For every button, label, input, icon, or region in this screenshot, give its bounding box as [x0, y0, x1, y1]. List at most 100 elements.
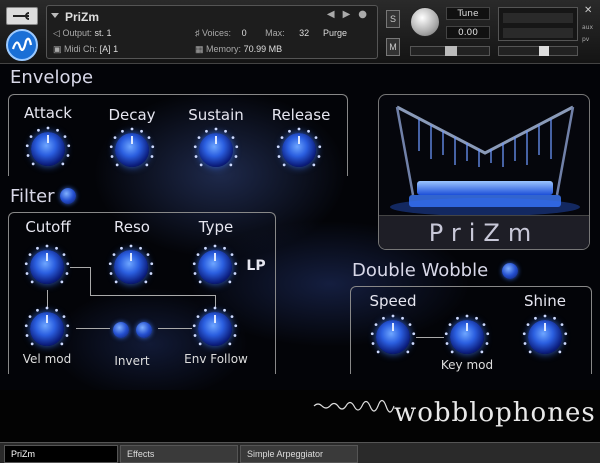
memory-value: 70.99 MB: [243, 44, 283, 54]
knob-body[interactable]: [114, 250, 148, 284]
release-knob[interactable]: [276, 127, 322, 173]
sustain-label: Sustain: [188, 106, 244, 124]
release-label: Release: [271, 106, 331, 124]
knob-pointer: [46, 253, 48, 261]
mute-button[interactable]: M: [386, 38, 400, 56]
memory-icon: ▦: [195, 44, 204, 54]
keymod-knob[interactable]: [444, 314, 490, 360]
brand-logo: wobblophones: [394, 398, 596, 428]
knob-body[interactable]: [31, 132, 65, 166]
close-icon[interactable]: ✕: [584, 5, 592, 16]
volume-slider-handle[interactable]: [539, 46, 549, 56]
knob-body[interactable]: [450, 320, 484, 354]
midi-value[interactable]: [A] 1: [100, 44, 119, 54]
knob-body[interactable]: [282, 133, 316, 167]
instrument-name[interactable]: PriZm: [65, 10, 99, 24]
envfollow-label: Env Follow: [184, 352, 248, 366]
pan-slider-handle[interactable]: [445, 46, 457, 56]
tab-prizm[interactable]: PriZm: [4, 445, 118, 463]
knob-pointer: [544, 323, 546, 331]
knob-body[interactable]: [115, 133, 149, 167]
cutoff-label: Cutoff: [25, 218, 71, 236]
velmod-label: Vel mod: [22, 352, 72, 366]
pv-label[interactable]: pv: [582, 34, 593, 46]
artwork-panel: PriZm: [378, 94, 590, 250]
cutoff-knob[interactable]: [24, 244, 70, 290]
solo-button[interactable]: S: [386, 10, 400, 28]
reso-label: Reso: [114, 218, 150, 236]
purge-label[interactable]: Purge: [323, 28, 347, 38]
instrument-nav[interactable]: ◀ ▶ ●: [319, 9, 367, 20]
wrench-icon[interactable]: [6, 7, 38, 25]
filter-type-knob[interactable]: [192, 244, 238, 290]
velmod-knob[interactable]: [24, 306, 70, 352]
knob-pointer: [392, 323, 394, 331]
side-labels: aux pv: [582, 22, 593, 46]
shine-knob[interactable]: [522, 314, 568, 360]
knob-pointer: [215, 136, 217, 144]
knob-pointer: [466, 323, 468, 331]
instrument-panel: Envelope Attack Decay Sustain Release Fi…: [0, 64, 600, 442]
voices-value: 0: [241, 28, 247, 38]
speed-knob[interactable]: [370, 314, 416, 360]
invert-link-line-l: [76, 328, 110, 329]
decay-knob[interactable]: [109, 127, 155, 173]
instrument-info-panel: PriZm ◀ ▶ ● ◁ Output: st. 1 ♯ Voices: 0 Ma…: [46, 5, 378, 59]
max-value[interactable]: 32: [299, 28, 309, 38]
sustain-knob[interactable]: [193, 127, 239, 173]
knob-body[interactable]: [30, 312, 64, 346]
knob-pointer: [47, 135, 49, 143]
memory-label: Memory:: [206, 44, 242, 54]
volume-slider[interactable]: [498, 46, 578, 56]
chevron-down-icon[interactable]: [51, 13, 59, 18]
next-arrow-icon[interactable]: ▶: [343, 9, 351, 20]
envfollow-knob[interactable]: [192, 306, 238, 352]
filter-enable-led[interactable]: [60, 188, 76, 204]
wobble-title: Double Wobble: [352, 260, 489, 281]
instrument-logo: [6, 29, 38, 61]
voices-label: Voices:: [202, 28, 232, 38]
knob-body[interactable]: [199, 133, 233, 167]
knob-pointer: [130, 253, 132, 261]
wobble-enable-led[interactable]: [502, 263, 518, 279]
reso-knob[interactable]: [108, 244, 154, 290]
attack-knob[interactable]: [25, 126, 71, 172]
knob-body[interactable]: [528, 320, 562, 354]
meter-right: [503, 28, 573, 38]
instrument-header: PriZm ◀ ▶ ● ◁ Output: st. 1 ♯ Voices: 0 Ma…: [0, 0, 600, 64]
aux-label[interactable]: aux: [582, 22, 593, 34]
midi-icon: ▣: [53, 44, 62, 54]
tune-value[interactable]: 0.00: [446, 26, 490, 39]
tune-knob[interactable]: [410, 7, 440, 37]
midi-row[interactable]: ▣ Midi Ch: [A] 1: [53, 44, 118, 55]
knob-pointer: [46, 315, 48, 323]
voices-row: ♯ Voices: 0 Max: 32: [195, 28, 309, 38]
knob-pointer: [131, 136, 133, 144]
knob-body[interactable]: [376, 320, 410, 354]
output-label: Output:: [62, 28, 92, 38]
type-label: Type: [198, 218, 234, 236]
knob-body[interactable]: [198, 312, 232, 346]
tab-simple-arpeggiator[interactable]: Simple Arpeggiator: [240, 445, 358, 463]
attack-label: Attack: [24, 104, 72, 122]
output-value[interactable]: st. 1: [94, 28, 111, 38]
camera-icon[interactable]: ●: [358, 9, 367, 20]
meter-left: [503, 13, 573, 23]
knob-body[interactable]: [30, 250, 64, 284]
invert-led-1[interactable]: [113, 322, 129, 338]
prev-arrow-icon[interactable]: ◀: [327, 9, 335, 20]
output-icon: ◁: [53, 28, 60, 38]
purge-menu[interactable]: Purge: [323, 28, 347, 38]
output-row[interactable]: ◁ Output: st. 1: [53, 28, 112, 39]
knob-body[interactable]: [198, 250, 232, 284]
level-meter: [498, 7, 578, 41]
pan-slider[interactable]: [410, 46, 490, 56]
tab-bar: PriZm Effects Simple Arpeggiator: [0, 442, 600, 463]
keymod-link-line: [416, 337, 444, 338]
invert-led-2[interactable]: [136, 322, 152, 338]
filter-type-value: LP: [246, 258, 266, 274]
cutoff-link-line-v: [90, 267, 91, 295]
tab-effects[interactable]: Effects: [120, 445, 238, 463]
envelope-title: Envelope: [10, 67, 94, 88]
shine-label: Shine: [524, 292, 566, 310]
